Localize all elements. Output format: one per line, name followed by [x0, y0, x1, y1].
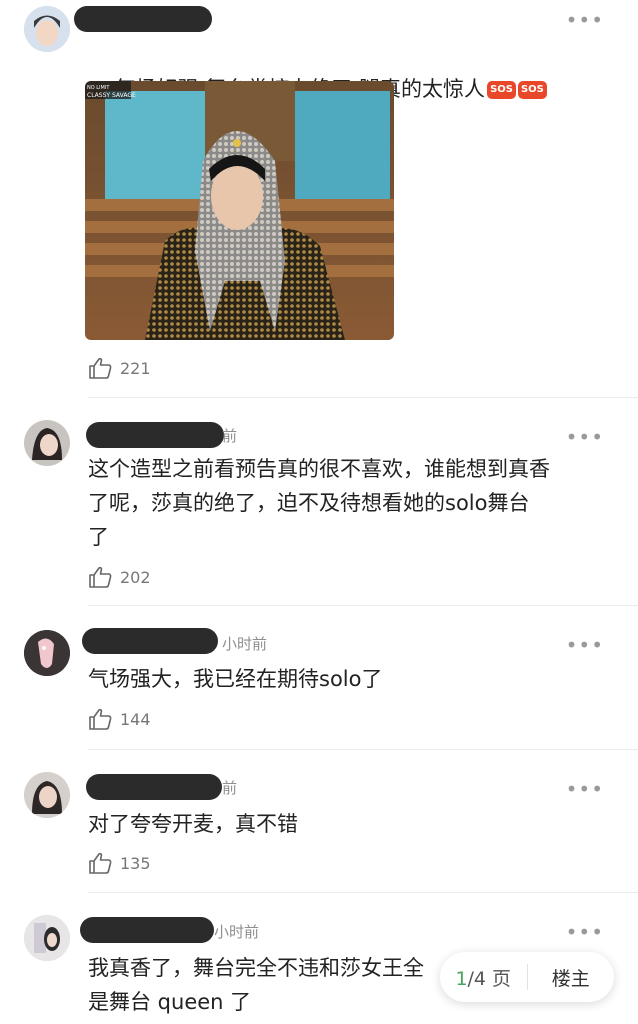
image-badge-top: NO LIMIT — [87, 85, 110, 91]
thumbs-up-icon — [89, 852, 112, 874]
like-button[interactable]: 221 — [88, 357, 151, 379]
comment-4: 前 ••• 对了夸夸开麦，真不错 135 — [0, 750, 638, 893]
avatar-image — [24, 420, 70, 466]
sos-emoji-icon: SOS — [487, 81, 516, 99]
thumbs-up-icon — [89, 708, 112, 730]
comment-text: 气场强大，我已经在期待solo了 — [88, 667, 383, 691]
like-button[interactable]: 144 — [88, 708, 151, 730]
username-redacted — [82, 628, 218, 654]
like-button[interactable]: 135 — [88, 852, 151, 874]
username-redacted — [86, 422, 224, 448]
avatar-image — [24, 6, 70, 52]
comment-1: 前 ••• 气场好强 舞台掌控力绝了 腿真的太惊人SOSSOS — [0, 0, 638, 398]
avatar[interactable] — [24, 6, 70, 52]
avatar[interactable] — [24, 630, 70, 676]
sos-emoji-icon: SOS — [517, 81, 547, 99]
username-redacted — [74, 6, 212, 32]
thumbs-up-icon — [89, 357, 112, 379]
stage-photo: NO LIMIT CLASSY SAVAGE — [85, 81, 394, 340]
like-count: 221 — [120, 358, 151, 378]
comment-2: 前 ••• 这个造型之前看预告真的很不喜欢，谁能想到真香 了呢，莎真的绝了，迫不… — [0, 398, 638, 606]
more-options-icon[interactable]: ••• — [566, 635, 604, 655]
avatar[interactable] — [24, 420, 70, 466]
username-redacted — [80, 917, 214, 943]
like-count: 144 — [120, 709, 151, 729]
only-op-button[interactable]: 楼主 — [528, 964, 615, 991]
avatar-image — [24, 630, 70, 676]
page-navigator: 1/4 页 楼主 — [440, 952, 614, 1002]
avatar[interactable] — [24, 915, 70, 961]
comment-text: 对了夸夸开麦，真不错 — [88, 812, 298, 836]
like-count: 202 — [120, 567, 151, 587]
avatar-image — [24, 772, 70, 818]
current-page: 1 — [455, 967, 468, 990]
like-button[interactable]: 202 — [88, 566, 151, 588]
avatar[interactable] — [24, 772, 70, 818]
like-count: 135 — [120, 853, 151, 873]
more-options-icon[interactable]: ••• — [566, 779, 604, 799]
more-options-icon[interactable]: ••• — [566, 427, 604, 447]
comment-3: 小时前 ••• 气场强大，我已经在期待solo了 144 — [0, 606, 638, 750]
comment-text: 这个造型之前看预告真的很不喜欢，谁能想到真香 了呢，莎真的绝了，迫不及待想看她的… — [88, 457, 550, 549]
page-indicator-button[interactable]: 1/4 页 — [440, 964, 527, 991]
total-pages: /4 页 — [467, 967, 512, 990]
comment-time: 前 — [222, 779, 238, 797]
comment-time: 小时前 — [214, 923, 260, 941]
comment-photo[interactable]: NO LIMIT CLASSY SAVAGE — [85, 81, 394, 340]
avatar-image — [24, 915, 70, 961]
thumbs-up-icon — [89, 566, 112, 588]
comment-time: 小时前 — [222, 635, 268, 653]
username-redacted — [86, 774, 222, 800]
comment-time: 前 — [222, 427, 238, 445]
image-badge-bottom: CLASSY SAVAGE — [87, 92, 136, 99]
more-options-icon[interactable]: ••• — [566, 922, 604, 942]
more-options-icon[interactable]: ••• — [566, 10, 604, 30]
